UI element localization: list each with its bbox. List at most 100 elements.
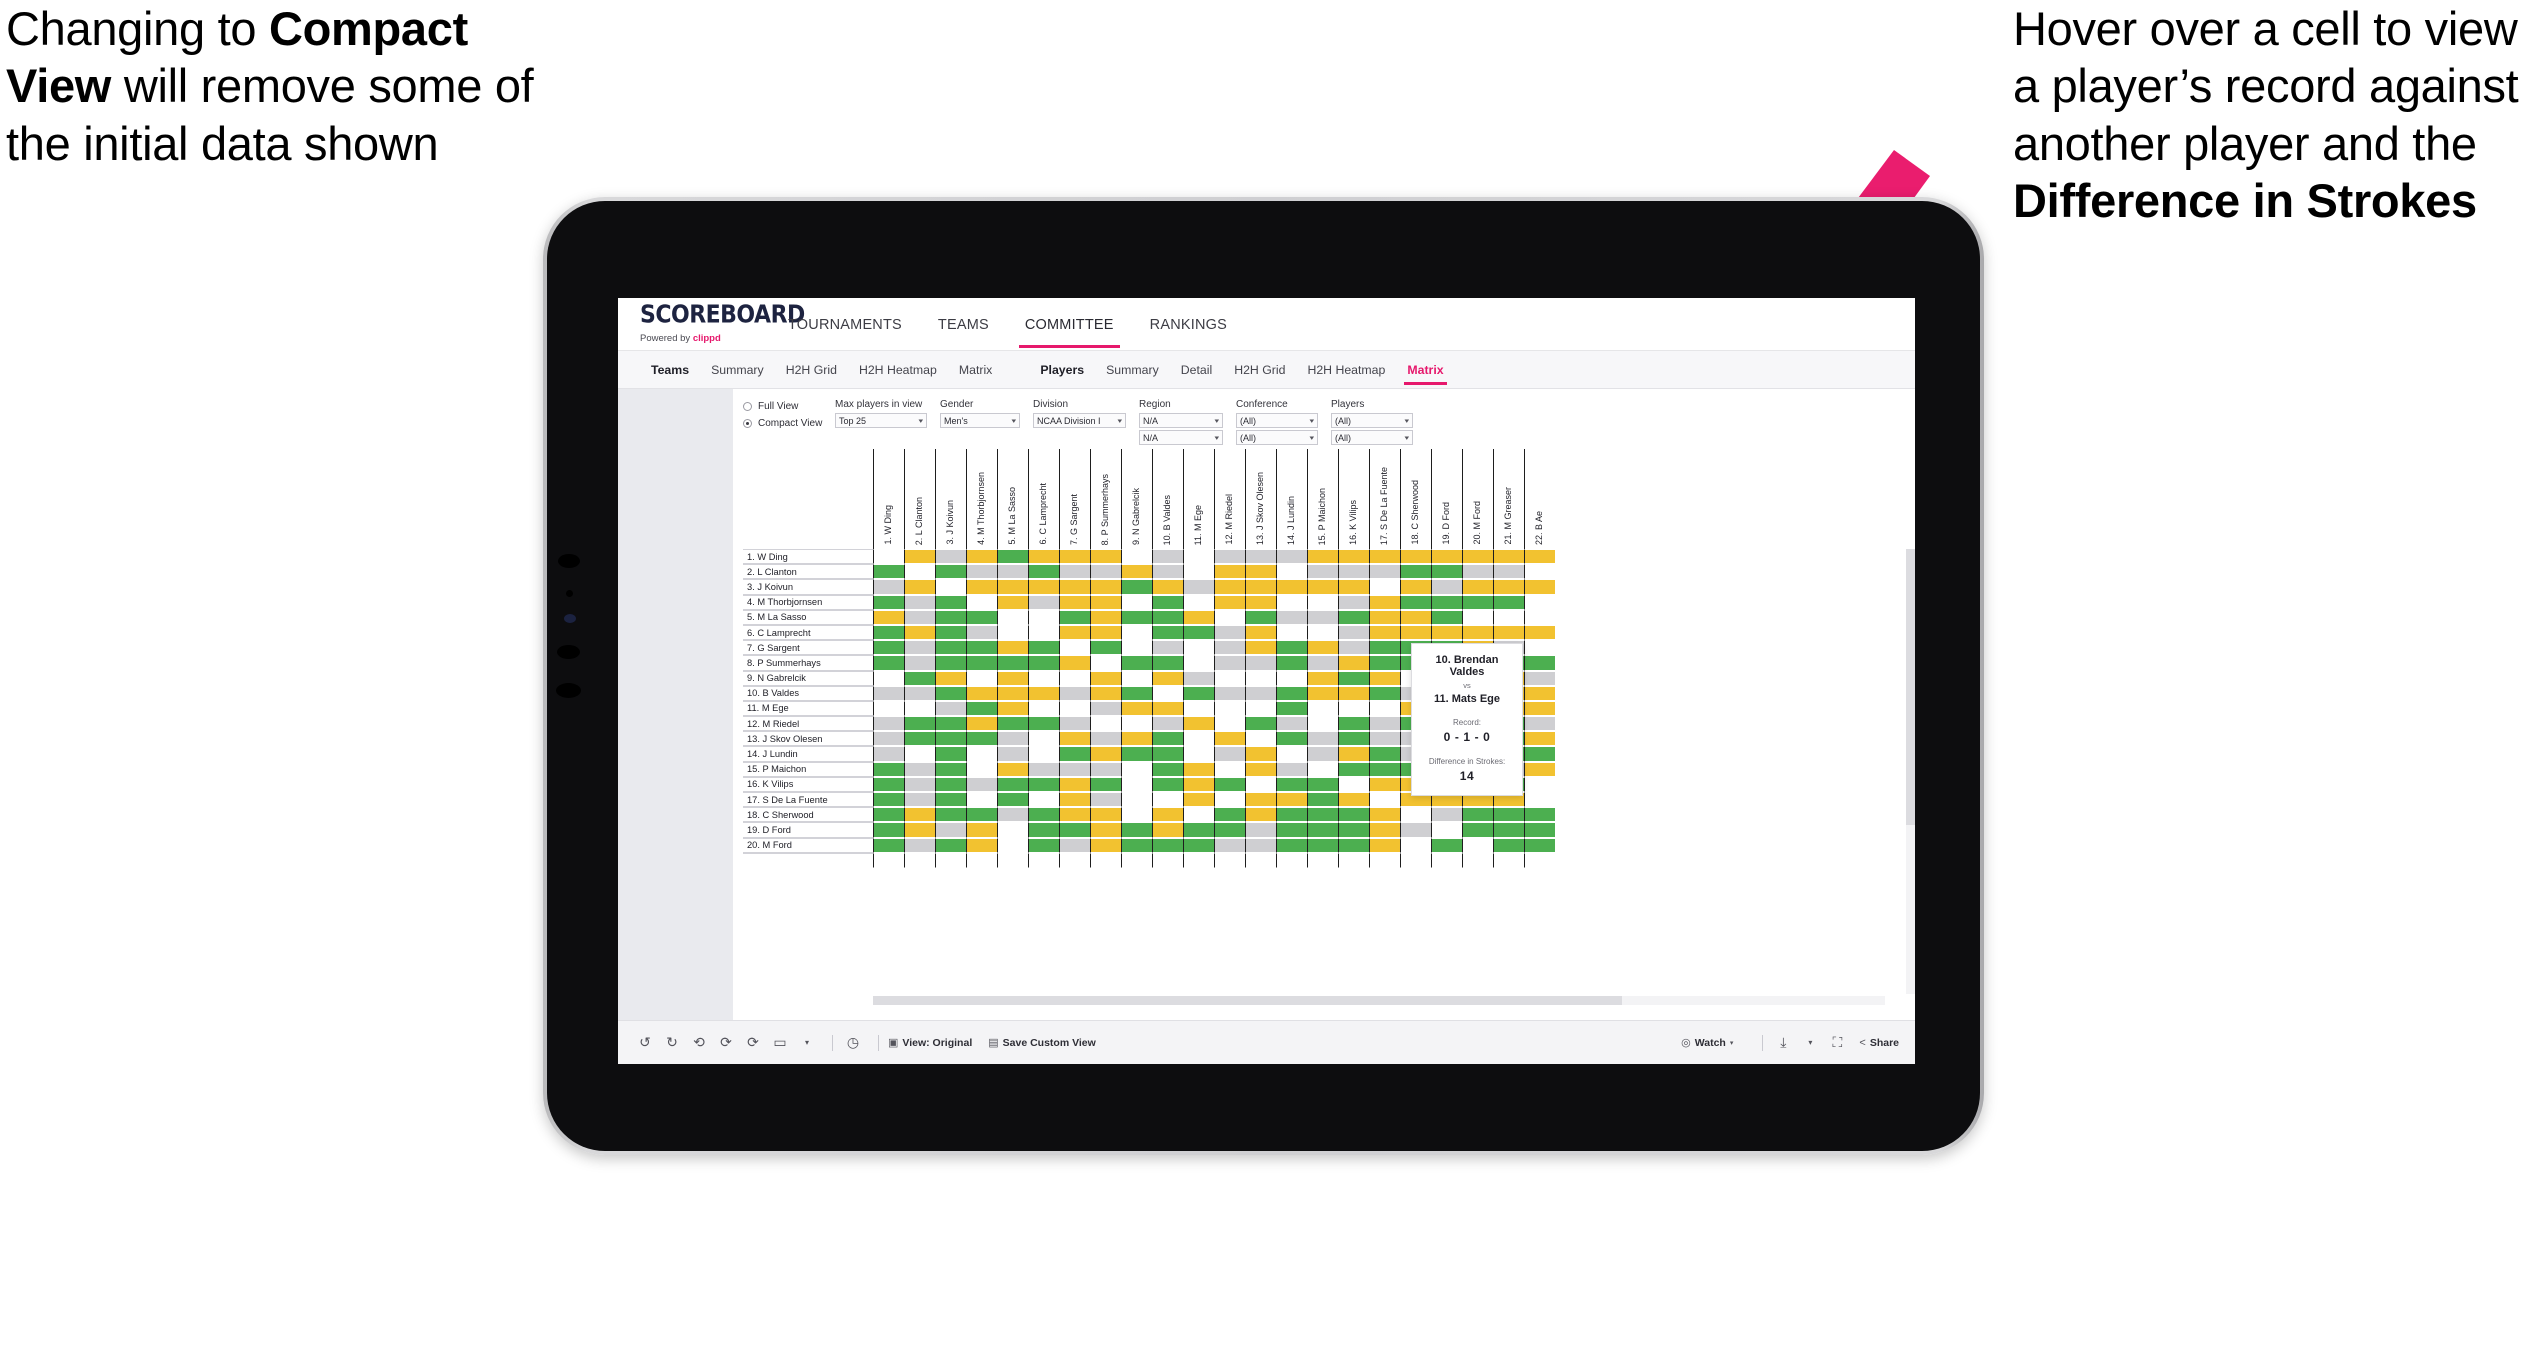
- matrix-cell[interactable]: [966, 655, 997, 671]
- matrix-cell[interactable]: [1028, 594, 1059, 610]
- matrix-cell[interactable]: [1524, 594, 1555, 610]
- matrix-cell[interactable]: [997, 579, 1028, 595]
- matrix-cell[interactable]: [1276, 549, 1307, 565]
- matrix-cell[interactable]: [1493, 624, 1524, 641]
- matrix-cell[interactable]: [873, 655, 904, 671]
- matrix-cell[interactable]: [1400, 624, 1431, 641]
- matrix-cell[interactable]: [935, 564, 966, 580]
- matrix-cell[interactable]: [997, 792, 1028, 808]
- matrix-cell[interactable]: [1307, 792, 1338, 808]
- matrix-row-label[interactable]: 18. C Sherwood: [743, 807, 873, 823]
- matrix-cell[interactable]: [966, 609, 997, 625]
- matrix-cell[interactable]: [1245, 792, 1276, 808]
- matrix-cell[interactable]: [1152, 609, 1183, 625]
- matrix-cell[interactable]: [1090, 716, 1121, 732]
- matrix-cell[interactable]: [1152, 685, 1183, 701]
- matrix-row-label[interactable]: 16. K Vilips: [743, 776, 873, 792]
- matrix-cell[interactable]: [1090, 761, 1121, 777]
- matrix-cell[interactable]: [1338, 685, 1369, 701]
- matrix-cell[interactable]: [873, 792, 904, 808]
- matrix-cell[interactable]: [1028, 822, 1059, 838]
- matrix-cell[interactable]: [1090, 564, 1121, 580]
- matrix-cell[interactable]: [1338, 564, 1369, 580]
- subnav-players-matrix[interactable]: Matrix: [1396, 351, 1454, 389]
- matrix-cell[interactable]: [1493, 549, 1524, 565]
- matrix-cell[interactable]: [1338, 609, 1369, 625]
- matrix-cell[interactable]: [1028, 685, 1059, 701]
- matrix-cell[interactable]: [904, 624, 935, 641]
- matrix-cell[interactable]: [1028, 564, 1059, 580]
- matrix-cell[interactable]: [1276, 624, 1307, 641]
- matrix-cell[interactable]: [1152, 624, 1183, 641]
- radio-full-view[interactable]: Full View: [743, 401, 835, 412]
- matrix-cell[interactable]: [966, 716, 997, 732]
- matrix-cell[interactable]: [935, 594, 966, 610]
- matrix-cell[interactable]: [1090, 549, 1121, 565]
- matrix-cell[interactable]: [935, 776, 966, 792]
- matrix-cell[interactable]: [1369, 609, 1400, 625]
- matrix-cell[interactable]: [1090, 776, 1121, 792]
- matrix-cell[interactable]: [1431, 564, 1462, 580]
- matrix-cell[interactable]: [1152, 746, 1183, 762]
- filter-conference-select[interactable]: (All) ▾: [1236, 413, 1318, 428]
- matrix-cell[interactable]: [1183, 746, 1214, 762]
- matrix-cell[interactable]: [1152, 716, 1183, 732]
- matrix-cell[interactable]: [1276, 700, 1307, 717]
- matrix-cell[interactable]: [1276, 564, 1307, 580]
- matrix-cell[interactable]: [1276, 609, 1307, 625]
- matrix-cell[interactable]: [1028, 837, 1059, 853]
- matrix-cell[interactable]: [904, 655, 935, 671]
- matrix-cell[interactable]: [997, 670, 1028, 686]
- matrix-cell[interactable]: [1214, 579, 1245, 595]
- matrix-cell[interactable]: [1183, 549, 1214, 565]
- matrix-cell[interactable]: [1338, 579, 1369, 595]
- matrix-cell[interactable]: [1369, 822, 1400, 838]
- matrix-row-label[interactable]: 13. J Skov Olesen: [743, 731, 873, 747]
- matrix-cell[interactable]: [1183, 670, 1214, 686]
- matrix-cell[interactable]: [1400, 807, 1431, 823]
- matrix-cell[interactable]: [997, 655, 1028, 671]
- matrix-cell[interactable]: [1431, 822, 1462, 838]
- matrix-cell[interactable]: [966, 579, 997, 595]
- matrix-cell[interactable]: [1121, 776, 1152, 792]
- matrix-cell[interactable]: [1245, 609, 1276, 625]
- matrix-cell[interactable]: [1307, 807, 1338, 823]
- matrix-cell[interactable]: [1059, 761, 1090, 777]
- matrix-cell[interactable]: [997, 761, 1028, 777]
- matrix-cell[interactable]: [1059, 792, 1090, 808]
- matrix-cell[interactable]: [1214, 640, 1245, 656]
- matrix-cell[interactable]: [1493, 564, 1524, 580]
- matrix-cell[interactable]: [1121, 746, 1152, 762]
- fullscreen-icon[interactable]: ⛶: [1826, 1032, 1848, 1054]
- matrix-cell[interactable]: [1276, 716, 1307, 732]
- matrix-cell[interactable]: [935, 822, 966, 838]
- matrix-cell[interactable]: [904, 685, 935, 701]
- scoreboard-logo[interactable]: SCOREBOARD Powered by clippd: [640, 303, 805, 344]
- matrix-cell[interactable]: [1059, 624, 1090, 641]
- matrix-cell[interactable]: [1183, 776, 1214, 792]
- matrix-cell[interactable]: [1059, 700, 1090, 717]
- matrix-cell[interactable]: [1431, 609, 1462, 625]
- matrix-cell[interactable]: [1338, 640, 1369, 656]
- subnav-group-players[interactable]: Players: [1029, 351, 1095, 389]
- matrix-row-label[interactable]: 19. D Ford: [743, 822, 873, 838]
- matrix-cell[interactable]: [1369, 655, 1400, 671]
- matrix-cell[interactable]: [1028, 609, 1059, 625]
- matrix-cell[interactable]: [1276, 776, 1307, 792]
- matrix-cell[interactable]: [873, 716, 904, 732]
- matrix-column-header[interactable]: 21. M Greaser: [1493, 449, 1524, 549]
- matrix-cell[interactable]: [1121, 640, 1152, 656]
- matrix-cell[interactable]: [1369, 549, 1400, 565]
- matrix-cell[interactable]: [1152, 822, 1183, 838]
- matrix-cell[interactable]: [1090, 579, 1121, 595]
- matrix-cell[interactable]: [966, 700, 997, 717]
- matrix-cell[interactable]: [1214, 670, 1245, 686]
- refresh-data-icon[interactable]: ⟳: [715, 1032, 737, 1054]
- matrix-cell[interactable]: [1121, 564, 1152, 580]
- matrix-cell[interactable]: [1245, 822, 1276, 838]
- matrix-cell[interactable]: [1524, 792, 1555, 808]
- matrix-cell[interactable]: [1214, 716, 1245, 732]
- matrix-cell[interactable]: [1028, 807, 1059, 823]
- matrix-cell[interactable]: [904, 579, 935, 595]
- matrix-cell[interactable]: [1338, 716, 1369, 732]
